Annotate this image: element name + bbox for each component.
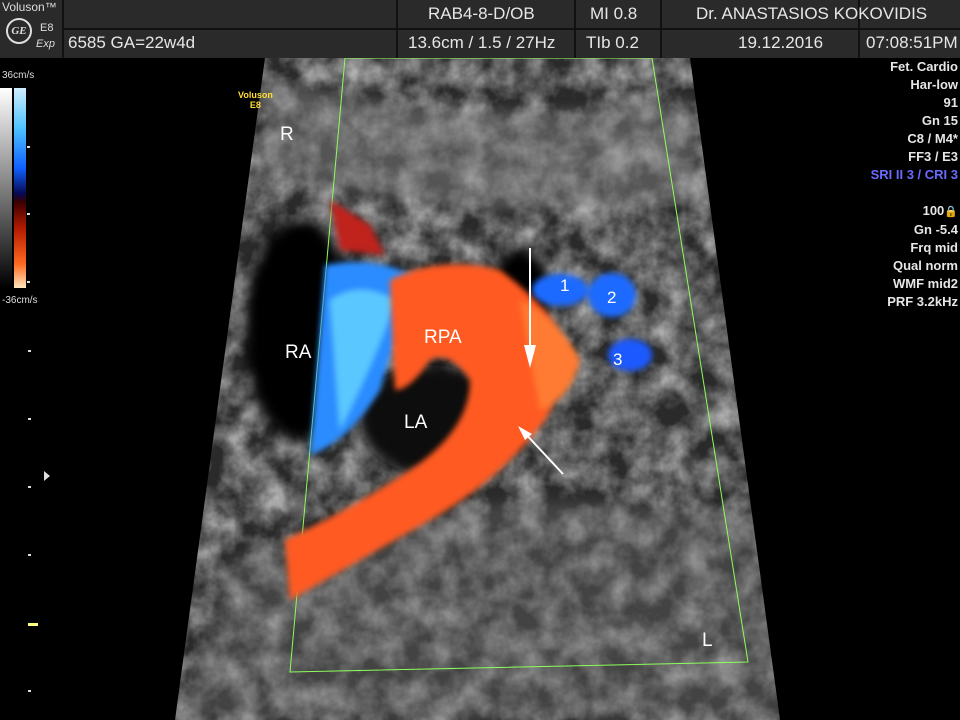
label-vessel-3: 3	[613, 350, 623, 369]
exam-date: 19.12.2016	[738, 33, 824, 52]
watermark-line: Voluson	[238, 90, 273, 100]
velocity-scale-min: -36cm/s	[2, 295, 38, 306]
header-bar: Voluson™ GE E8 Exp 6585 GA=22w4d RAB4-8-…	[0, 0, 960, 58]
velocity-color-bar	[14, 88, 26, 288]
orientation-left: L	[702, 630, 713, 651]
depth-frequency: 13.6cm / 1.5 / 27Hz	[408, 33, 556, 52]
velocity-scale-max: 36cm/s	[2, 70, 35, 81]
exam-time: 07:08:51PM	[866, 33, 958, 52]
patient-ga: 6585 GA=22w4d	[68, 33, 196, 52]
param-power: 100🔒	[871, 202, 958, 221]
depth-tick	[28, 418, 31, 420]
param-91: 91	[943, 95, 958, 110]
scale-tick	[27, 213, 30, 215]
header-separator	[396, 0, 398, 58]
depth-tick	[28, 350, 31, 352]
param-gain: Gn 15	[921, 113, 958, 128]
param-wmf: WMF mid2	[893, 276, 958, 291]
thermal-index: TIb 0.2	[586, 33, 639, 52]
watermark-line: E8	[249, 100, 261, 110]
depth-tick	[28, 486, 31, 488]
param-gap	[871, 184, 958, 202]
header-divider	[62, 28, 960, 30]
header-separator	[660, 0, 662, 58]
header-separator	[62, 0, 64, 58]
voluson-watermark: Voluson E8	[238, 90, 273, 110]
operator-name: Dr. ANASTASIOS KOKOVIDIS	[696, 4, 928, 23]
label-vessel-2: 2	[607, 288, 617, 307]
label-la: LA	[404, 412, 428, 433]
ultrasound-image	[175, 58, 780, 720]
label-ra: RA	[285, 342, 312, 363]
param-sri-cri: SRI II 3 / CRI 3	[870, 167, 958, 182]
scale-tick	[27, 281, 30, 283]
probe-mode: Exp	[36, 38, 55, 50]
brand-name: Voluson™	[2, 0, 57, 14]
orientation-right: R	[280, 124, 294, 145]
focal-zone-bar	[28, 623, 38, 626]
header-separator	[574, 0, 576, 58]
param-freq: Frq mid	[910, 240, 958, 255]
scale-tick	[27, 146, 30, 148]
gray-scale-bar	[0, 88, 12, 288]
param-harmonic: Har-low	[910, 77, 958, 92]
label-vessel-1: 1	[560, 276, 570, 295]
param-map: C8 / M4*	[907, 131, 958, 146]
lock-icon: 🔒	[944, 206, 958, 218]
probe-preset: RAB4-8-D/OB	[428, 4, 535, 23]
param-app: Fet. Cardio	[890, 59, 958, 74]
param-prf: PRF 3.2kHz	[887, 294, 958, 309]
depth-tick	[28, 690, 31, 692]
param-filter: FF3 / E3	[908, 149, 958, 164]
depth-tick	[28, 554, 31, 556]
label-rpa: RPA	[424, 327, 462, 348]
focus-marker-icon[interactable]	[44, 471, 50, 481]
param-quality: Qual norm	[892, 258, 958, 273]
ge-logo-icon: GE	[6, 18, 32, 44]
system-model: E8	[40, 22, 54, 34]
param-color-gain: Gn -5.4	[913, 222, 958, 237]
mechanical-index: MI 0.8	[590, 4, 638, 23]
param-power-value: 100	[922, 203, 945, 218]
parameter-panel: Fet. Cardio Har-low 91 Gn 15 C8 / M4* FF…	[871, 58, 958, 311]
